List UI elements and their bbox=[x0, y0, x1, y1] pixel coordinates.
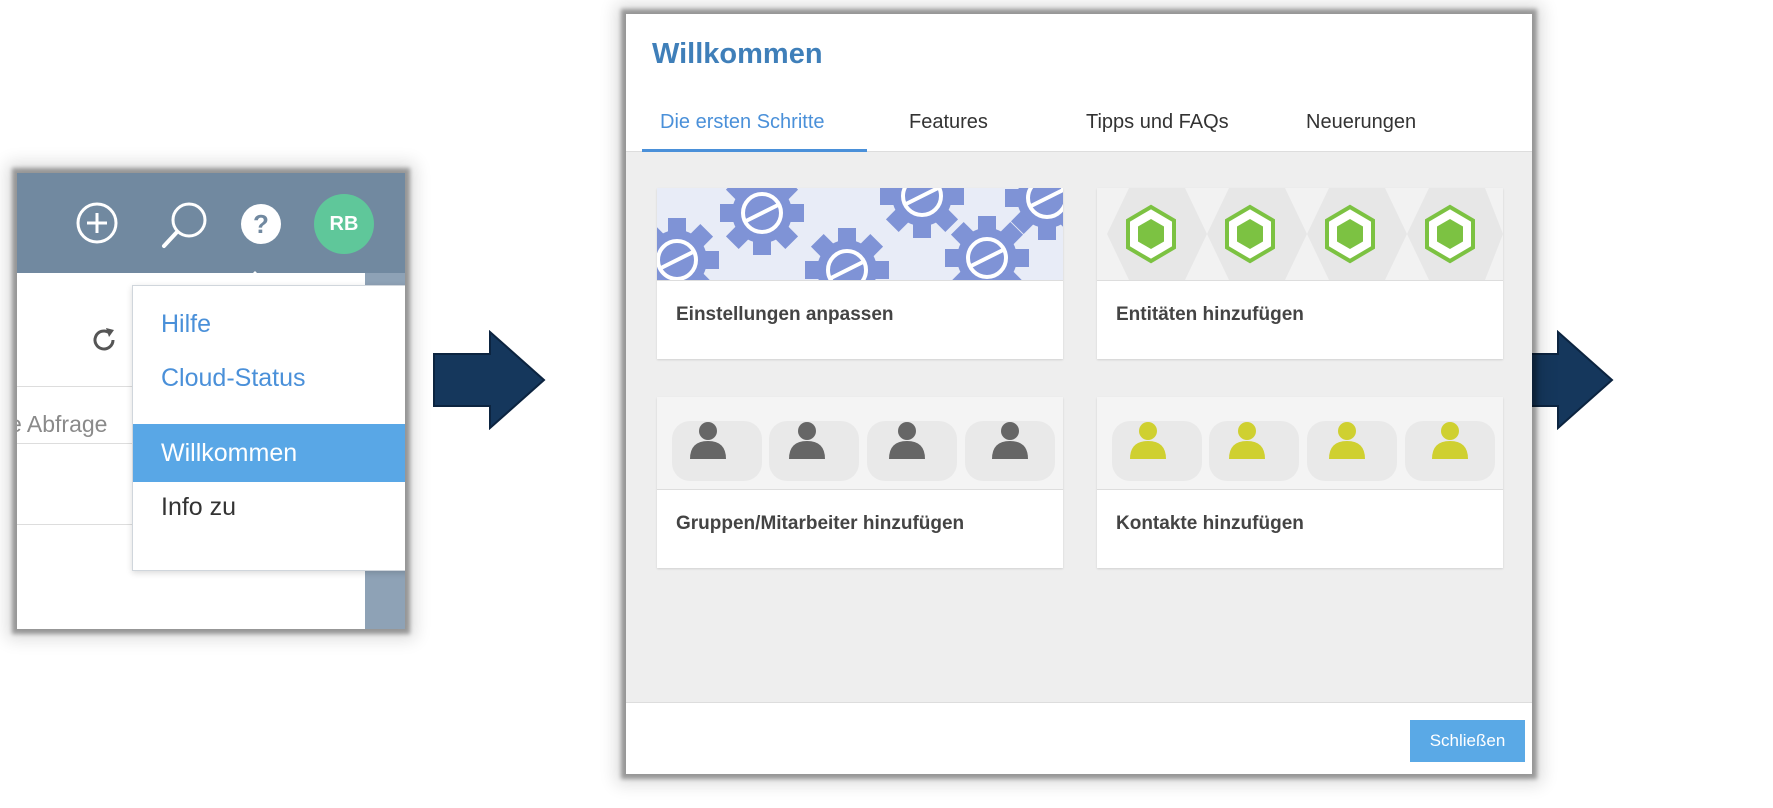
search-icon[interactable] bbox=[159, 198, 211, 252]
refresh-icon[interactable] bbox=[89, 325, 119, 355]
menu-item-hilfe[interactable]: Hilfe bbox=[133, 295, 405, 353]
hexagon-icon bbox=[1425, 205, 1475, 263]
card-label: Gruppen/Mitarbeiter hinzufügen bbox=[676, 513, 965, 534]
yellow-persons-illustration bbox=[1097, 397, 1503, 490]
dialog-title: Willkommen bbox=[652, 38, 823, 70]
footer-divider bbox=[626, 702, 1532, 703]
app-screenshot-panel: ? RB e Abfrage Hilfe Cloud-Status Willko… bbox=[17, 173, 405, 629]
avatar[interactable]: RB bbox=[314, 194, 374, 254]
menu-item-cloud-status[interactable]: Cloud-Status bbox=[133, 349, 405, 407]
hexagon-icon bbox=[1126, 205, 1176, 263]
welcome-dialog: Willkommen Die ersten Schritte Features … bbox=[626, 14, 1532, 774]
card-label: Kontakte hinzufügen bbox=[1116, 513, 1304, 534]
query-field-text: e Abfrage bbox=[17, 411, 108, 437]
dialog-body: Einstellungen anpassen Entitäten hinzufü… bbox=[626, 152, 1532, 702]
close-button[interactable]: Schließen bbox=[1410, 720, 1525, 762]
menu-item-willkommen[interactable]: Willkommen bbox=[133, 424, 405, 482]
gray-persons-illustration bbox=[657, 397, 1063, 490]
help-icon[interactable]: ? bbox=[241, 204, 281, 244]
tab-neuerungen[interactable]: Neuerungen bbox=[1306, 111, 1416, 134]
tab-features[interactable]: Features bbox=[909, 111, 988, 134]
card-label: Einstellungen anpassen bbox=[676, 304, 894, 325]
tab-die-ersten-schritte[interactable]: Die ersten Schritte bbox=[660, 111, 825, 134]
hexagon-icon bbox=[1325, 205, 1375, 263]
menu-item-info-zu[interactable]: Info zu bbox=[133, 478, 405, 536]
dropdown-caret bbox=[241, 271, 269, 285]
tab-tipps-und-faqs[interactable]: Tipps und FAQs bbox=[1086, 111, 1229, 134]
card-gruppen-mitarbeiter-hinzufuegen[interactable]: Gruppen/Mitarbeiter hinzufügen bbox=[657, 397, 1063, 568]
card-einstellungen-anpassen[interactable]: Einstellungen anpassen bbox=[657, 188, 1063, 359]
help-dropdown-menu: Hilfe Cloud-Status Willkommen Info zu bbox=[132, 285, 405, 571]
hexagons-illustration bbox=[1097, 188, 1503, 281]
card-entitaeten-hinzufuegen[interactable]: Entitäten hinzufügen bbox=[1097, 188, 1503, 359]
card-label: Entitäten hinzufügen bbox=[1116, 304, 1304, 325]
hexagon-icon bbox=[1225, 205, 1275, 263]
right-arrow-icon bbox=[433, 330, 546, 430]
gears-illustration bbox=[657, 188, 1063, 281]
plus-circle-icon[interactable] bbox=[75, 201, 119, 245]
card-kontakte-hinzufuegen[interactable]: Kontakte hinzufügen bbox=[1097, 397, 1503, 568]
top-bar: ? RB bbox=[17, 173, 405, 273]
